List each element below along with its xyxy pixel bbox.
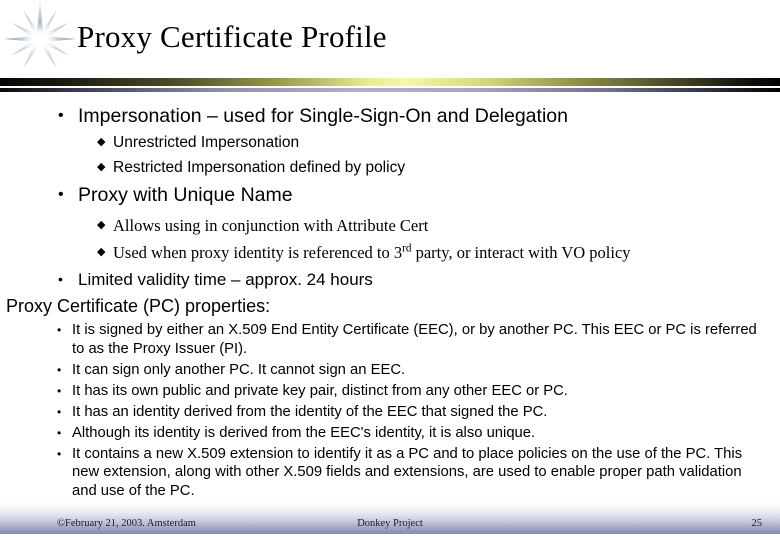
properties-list: • It is signed by either an X.509 End En… bbox=[0, 321, 780, 500]
bullet-round-icon: • bbox=[57, 323, 62, 337]
slide-body: • Impersonation – used for Single-Sign-O… bbox=[0, 104, 780, 503]
outline-item-text: Unrestricted Impersonation bbox=[113, 134, 300, 151]
outline-item-text: Impersonation – used for Single-Sign-On … bbox=[78, 105, 568, 127]
bullet-round-icon: • bbox=[57, 446, 62, 461]
list-item: • It is signed by either an X.509 End En… bbox=[0, 321, 780, 358]
list-item-text: Although its identity is derived from th… bbox=[72, 424, 536, 441]
outline-item-text: Allows using in conjunction with Attribu… bbox=[113, 216, 429, 235]
bullet-round-icon: • bbox=[57, 425, 62, 440]
list-item: • It has its own public and private key … bbox=[0, 382, 780, 401]
list-item-text: It can sign only another PC. It cannot s… bbox=[72, 361, 406, 378]
list-item-text: It has an identity derived from the iden… bbox=[72, 403, 548, 420]
bullet-round-icon: • bbox=[57, 404, 62, 419]
bullet-diamond-icon: ◆ bbox=[97, 245, 106, 258]
bullet-round-icon: • bbox=[58, 107, 64, 124]
list-item: • It contains a new X.509 extension to i… bbox=[0, 445, 780, 501]
outline-item-text-after: party, or interact with VO policy bbox=[411, 242, 631, 262]
outline-item-level1: • Impersonation – used for Single-Sign-O… bbox=[0, 104, 780, 129]
outline-item-level1: • Proxy with Unique Name bbox=[0, 183, 780, 208]
header-divider-gold bbox=[0, 78, 780, 86]
outline-item-level1: • Limited validity time – approx. 24 hou… bbox=[0, 268, 780, 291]
outline-item-text: Restricted Impersonation defined by poli… bbox=[113, 159, 406, 176]
bullet-round-icon: • bbox=[57, 362, 62, 377]
outline-item-level2: ◆ Restricted Impersonation defined by po… bbox=[0, 157, 780, 178]
list-item-text: It has its own public and private key pa… bbox=[72, 382, 568, 399]
list-item-text: It is signed by either an X.509 End Enti… bbox=[72, 322, 757, 357]
outline-item-level2: ◆ Used when proxy identity is referenced… bbox=[0, 242, 780, 265]
outline-item-text-before: Used when proxy identity is referenced t… bbox=[113, 242, 403, 262]
outline-item-text: Limited validity time – approx. 24 hours bbox=[78, 270, 373, 289]
list-item: • It has an identity derived from the id… bbox=[0, 403, 780, 422]
properties-heading: Proxy Certificate (PC) properties: bbox=[6, 296, 271, 316]
starburst-icon bbox=[2, 0, 78, 80]
bullet-round-icon: • bbox=[58, 186, 64, 203]
list-item: • Although its identity is derived from … bbox=[0, 424, 780, 443]
bullet-round-icon: • bbox=[58, 271, 63, 287]
page-title: Proxy Certificate Profile bbox=[77, 19, 387, 54]
outline-item-level2: ◆ Allows using in conjunction with Attri… bbox=[0, 215, 780, 238]
bullet-round-icon: • bbox=[57, 383, 62, 398]
list-item-text: It contains a new X.509 extension to ide… bbox=[72, 445, 743, 499]
header-divider-violet bbox=[0, 88, 780, 92]
bullet-diamond-icon: ◆ bbox=[97, 136, 106, 148]
bullet-diamond-icon: ◆ bbox=[97, 161, 106, 173]
bullet-diamond-icon: ◆ bbox=[97, 219, 106, 231]
outline-item-level2: ◆ Unrestricted Impersonation bbox=[0, 132, 780, 153]
list-item: • It can sign only another PC. It cannot… bbox=[0, 361, 780, 380]
outline-item-text: Proxy with Unique Name bbox=[78, 184, 293, 206]
footer-page-number: 25 bbox=[751, 518, 763, 529]
